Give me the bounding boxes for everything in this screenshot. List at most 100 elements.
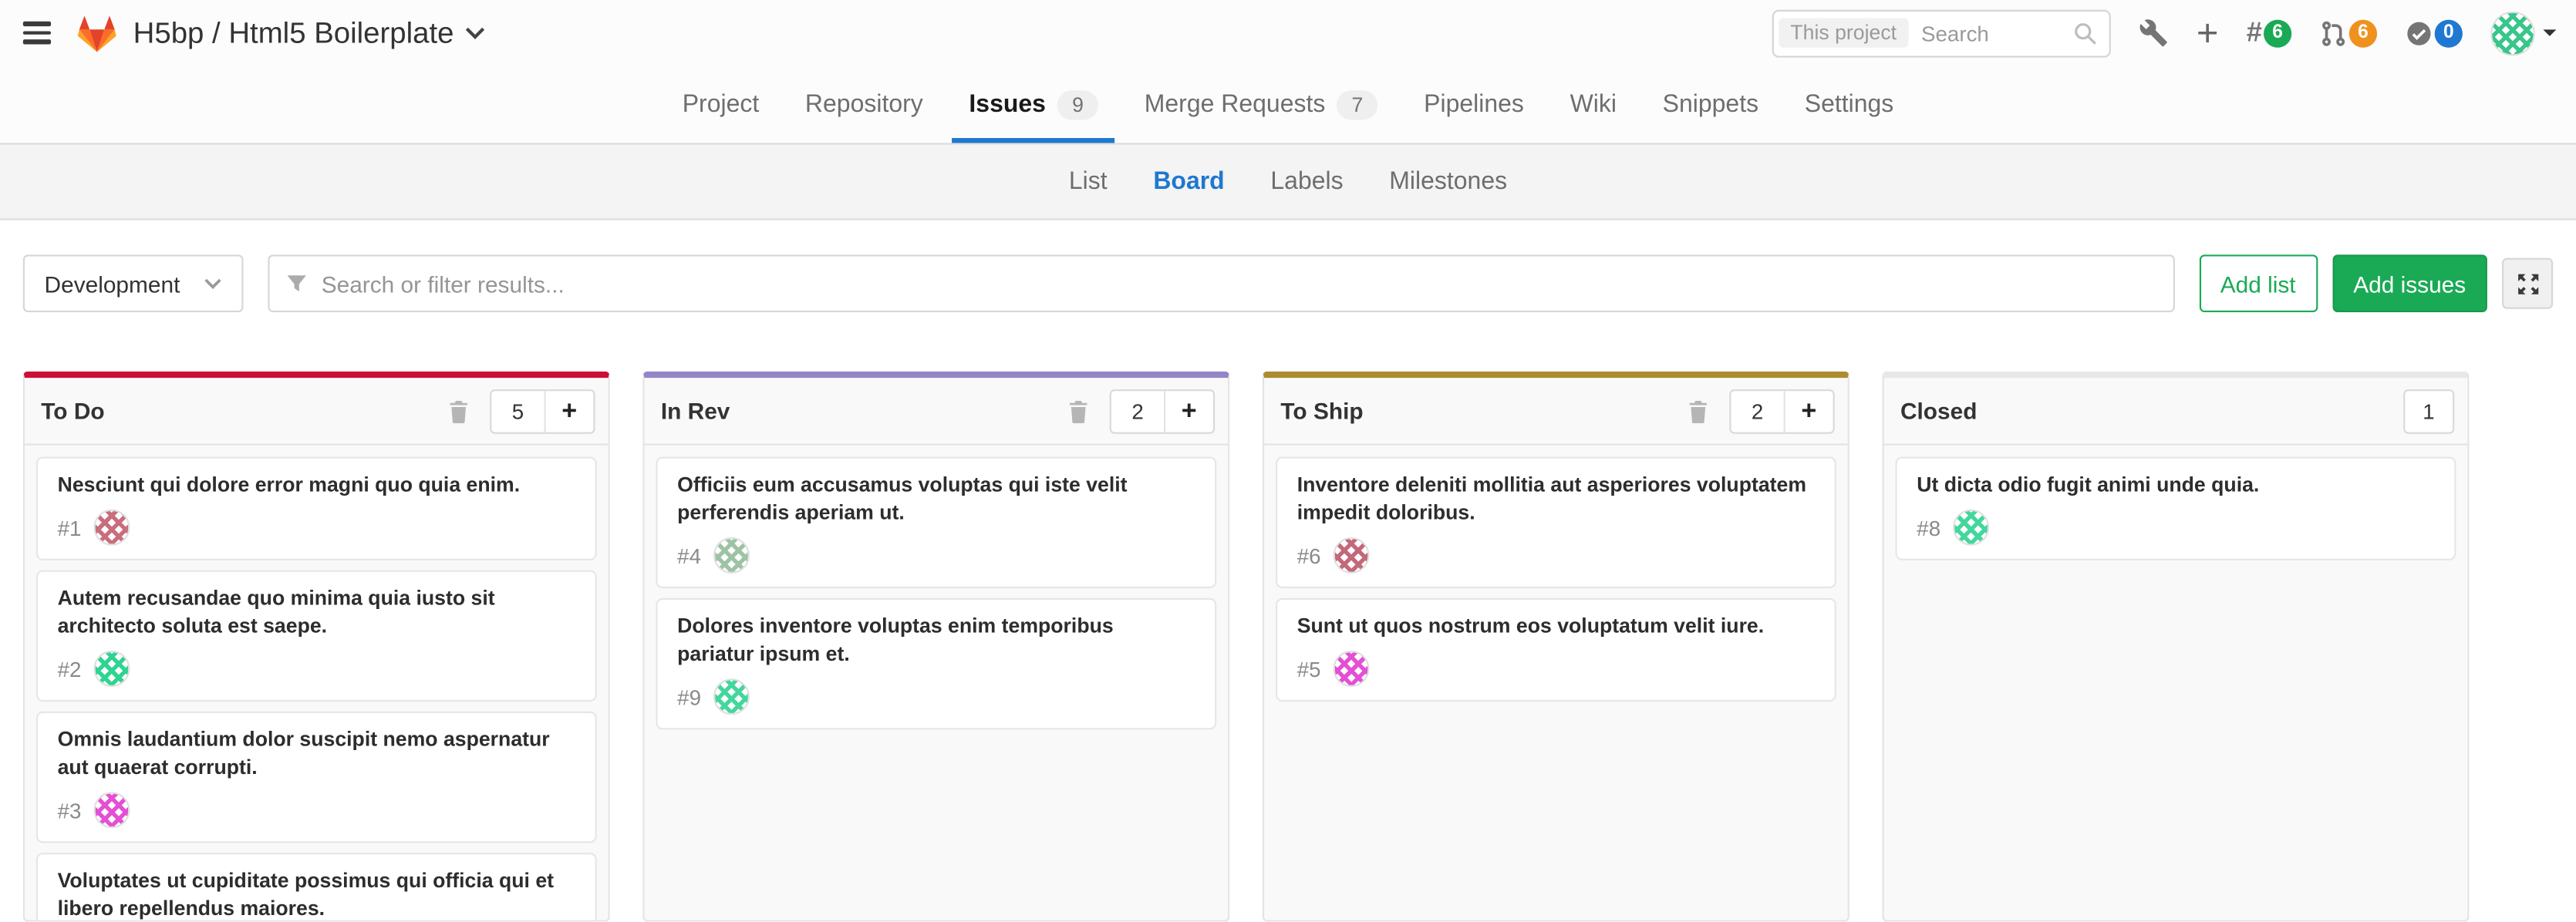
issue-title: Autem recusandae quo minima quia iusto s…	[58, 585, 575, 641]
column-cards: Ut dicta odio fugit animi unde quia. #8	[1884, 446, 2468, 560]
filter-funnel-icon	[285, 273, 307, 294]
merge-requests-tab-badge: 7	[1337, 89, 1377, 119]
issues-counter[interactable]: # 6	[2247, 16, 2292, 49]
add-issue-to-list-button[interactable]: +	[544, 390, 594, 431]
list-count-control: 2 +	[1730, 389, 1835, 433]
merge-request-icon	[2319, 19, 2347, 47]
column-cards: Inventore deleniti mollitia aut asperior…	[1264, 446, 1848, 702]
user-menu[interactable]	[2490, 11, 2556, 56]
issue-title: Sunt ut quos nostrum eos voluptatum veli…	[1297, 613, 1815, 641]
project-breadcrumb[interactable]: H5bp / Html5 Boilerplate	[133, 15, 485, 50]
issue-card[interactable]: Omnis laudantium dolor suscipit nemo asp…	[36, 712, 597, 843]
column-header: To Do 5 +	[25, 378, 609, 445]
todos-counter[interactable]: 0	[2405, 19, 2463, 47]
issue-card[interactable]: Ut dicta odio fugit animi unde quia. #8	[1896, 457, 2456, 560]
tab-board[interactable]: Board	[1130, 167, 1247, 195]
filter-search-input[interactable]: Search or filter results...	[267, 254, 2174, 312]
board-column-closed: Closed 1 Ut dicta odio fugit animi unde …	[1883, 372, 2470, 922]
list-count: 5	[492, 390, 544, 431]
tab-pipelines[interactable]: Pipelines	[1401, 66, 1546, 143]
assignee-avatar	[94, 510, 130, 546]
issue-card[interactable]: Sunt ut quos nostrum eos voluptatum veli…	[1276, 598, 1836, 702]
project-nav: Project Repository Issues9 Merge Request…	[0, 66, 2576, 143]
tab-labels[interactable]: Labels	[1248, 167, 1367, 195]
filter-search-placeholder: Search or filter results...	[322, 271, 565, 297]
add-issue-to-list-button[interactable]: +	[1783, 390, 1833, 431]
board-column-todo: To Do 5 + Nesciunt qui dolore error magn…	[23, 372, 610, 922]
hamburger-menu-icon[interactable]	[20, 19, 55, 47]
fullscreen-button[interactable]	[2502, 258, 2553, 309]
tab-wiki[interactable]: Wiki	[1547, 66, 1640, 143]
column-header: Closed 1	[1884, 378, 2468, 445]
delete-list-button[interactable]	[1067, 399, 1091, 423]
plus-icon: +	[2197, 16, 2219, 49]
issue-board: To Do 5 + Nesciunt qui dolore error magn…	[0, 372, 2576, 922]
delete-list-button[interactable]	[1688, 399, 1711, 423]
column-cards: Officiis eum accusamus voluptas qui iste…	[645, 446, 1229, 730]
user-avatar	[2490, 11, 2535, 56]
issue-title: Voluptates ut cupiditate possimus qui of…	[58, 867, 575, 921]
add-issue-to-list-button[interactable]: +	[1163, 390, 1213, 431]
caret-down-icon	[2543, 29, 2556, 36]
add-issues-button[interactable]: Add issues	[2332, 254, 2487, 312]
merge-requests-count-badge: 6	[2349, 19, 2377, 47]
search-scope-chip: This project	[1779, 18, 1908, 47]
delete-list-button[interactable]	[448, 399, 471, 423]
tab-merge-requests[interactable]: Merge Requests7	[1121, 66, 1401, 143]
assignee-avatar	[714, 678, 750, 715]
issue-card[interactable]: Nesciunt qui dolore error magni quo quia…	[36, 457, 597, 560]
tab-list[interactable]: List	[1046, 167, 1130, 195]
issue-card[interactable]: Dolores inventore voluptas enim temporib…	[656, 598, 1216, 730]
issues-scope-nav: List Board Labels Milestones	[0, 143, 2576, 220]
issue-ref: #8	[1917, 515, 1940, 540]
issue-ref: #4	[677, 543, 701, 567]
tab-project[interactable]: Project	[659, 66, 782, 143]
merge-requests-counter[interactable]: 6	[2319, 19, 2377, 47]
column-title: To Do	[41, 398, 104, 424]
admin-wrench-button[interactable]	[2139, 18, 2168, 47]
list-count-control: 5 +	[491, 389, 595, 433]
gitlab-logo[interactable]	[77, 14, 116, 52]
trash-icon	[1067, 399, 1091, 423]
project-title: H5bp / Html5 Boilerplate	[133, 15, 454, 50]
column-title: Closed	[1900, 398, 1978, 424]
todo-check-icon	[2405, 19, 2433, 47]
board-selector-value: Development	[45, 271, 180, 297]
assignee-avatar	[714, 537, 750, 574]
tab-snippets[interactable]: Snippets	[1640, 66, 1782, 143]
wrench-icon	[2139, 18, 2168, 47]
issue-title: Dolores inventore voluptas enim temporib…	[677, 613, 1195, 668]
issue-title: Officiis eum accusamus voluptas qui iste…	[677, 472, 1195, 527]
tab-milestones[interactable]: Milestones	[1366, 167, 1530, 195]
issue-card[interactable]: Inventore deleniti mollitia aut asperior…	[1276, 457, 1836, 589]
issue-title: Omnis laudantium dolor suscipit nemo asp…	[58, 726, 575, 782]
issue-title: Nesciunt qui dolore error magni quo quia…	[58, 472, 575, 500]
assignee-avatar	[1954, 510, 1990, 546]
trash-icon	[1688, 399, 1711, 423]
issue-title: Ut dicta odio fugit animi unde quia.	[1917, 472, 2434, 500]
trash-icon	[448, 399, 471, 423]
navbar-search-input[interactable]: This project Search	[1772, 9, 2111, 57]
board-column-to-ship: To Ship 2 + Inventore deleniti mollitia …	[1263, 372, 1849, 922]
board-column-in-rev: In Rev 2 + Officiis eum accusamus volupt…	[642, 372, 1229, 922]
issue-card[interactable]: Autem recusandae quo minima quia iusto s…	[36, 570, 597, 702]
board-selector-dropdown[interactable]: Development	[23, 254, 243, 312]
chevron-down-icon	[465, 26, 485, 39]
expand-icon	[2516, 272, 2539, 295]
issue-ref: #9	[677, 685, 701, 709]
add-list-button[interactable]: Add list	[2199, 254, 2317, 312]
issue-card[interactable]: Officiis eum accusamus voluptas qui iste…	[656, 457, 1216, 589]
list-count: 1	[2403, 389, 2455, 433]
assignee-avatar	[94, 651, 130, 687]
issue-ref: #6	[1297, 543, 1321, 567]
issue-ref: #2	[58, 657, 82, 681]
issues-tab-badge: 9	[1057, 89, 1098, 119]
issue-ref: #1	[58, 515, 82, 540]
tab-issues[interactable]: Issues9	[946, 66, 1121, 143]
tab-settings[interactable]: Settings	[1782, 66, 1917, 143]
tab-repository[interactable]: Repository	[782, 66, 946, 143]
issue-card[interactable]: Voluptates ut cupiditate possimus qui of…	[36, 853, 597, 922]
new-menu-button[interactable]: +	[2197, 16, 2219, 49]
assignee-avatar	[1334, 651, 1371, 687]
column-header: To Ship 2 +	[1264, 378, 1848, 445]
